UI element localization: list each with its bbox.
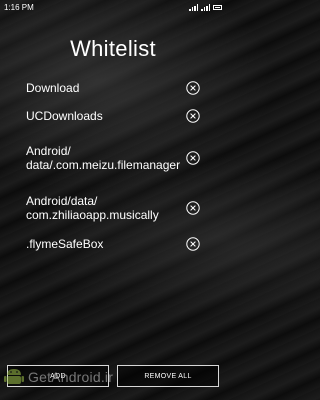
signal-icon — [189, 3, 198, 11]
remove-circle-x-icon[interactable] — [186, 151, 200, 165]
status-bar: 1:16 PM — [0, 0, 226, 14]
list-item: .flymeSafeBox — [0, 230, 226, 258]
item-label: Android/data/ com.zhiliaoapp.musically — [26, 194, 159, 222]
whitelist-list: Download UCDownloads Android/ data/.com.… — [0, 74, 226, 258]
remove-circle-x-icon[interactable] — [186, 237, 200, 251]
remove-circle-x-icon[interactable] — [186, 81, 200, 95]
item-label: .flymeSafeBox — [26, 237, 104, 251]
status-icons — [189, 3, 222, 11]
signal-icon-2 — [201, 3, 210, 11]
page-title: Whitelist — [70, 36, 156, 61]
list-item: Android/data/ com.zhiliaoapp.musically — [0, 186, 226, 230]
bottom-bar: ADD REMOVE ALL — [0, 360, 226, 390]
item-label: UCDownloads — [26, 109, 103, 123]
list-item: Android/ data/.com.meizu.filemanager — [0, 130, 226, 186]
item-label: Download — [26, 81, 80, 95]
list-item: UCDownloads — [0, 102, 226, 130]
remove-all-button[interactable]: REMOVE ALL — [117, 365, 219, 387]
remove-circle-x-icon[interactable] — [186, 109, 200, 123]
remove-circle-x-icon[interactable] — [186, 201, 200, 215]
add-button[interactable]: ADD — [7, 365, 109, 387]
item-label: Android/ data/.com.meizu.filemanager — [26, 144, 181, 172]
status-time: 1:16 PM — [4, 2, 34, 12]
battery-icon — [213, 4, 222, 10]
list-item: Download — [0, 74, 226, 102]
